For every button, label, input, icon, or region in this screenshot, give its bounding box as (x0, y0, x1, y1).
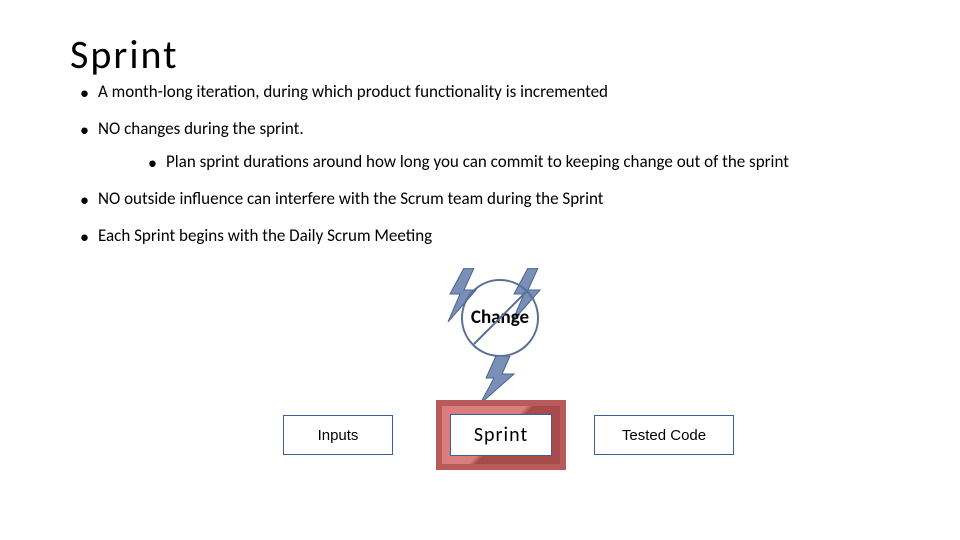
bullet-list: A month-long iteration, during which pro… (60, 81, 900, 248)
inputs-label: Inputs (318, 427, 359, 444)
bullet-text: NO changes during the sprint. (98, 118, 304, 139)
bullet-item: NO outside influence can interfere with … (80, 188, 900, 211)
sub-bullet-item: Plan sprint durations around how long yo… (148, 151, 900, 174)
slide-title: Sprint (70, 30, 900, 79)
bullet-item: Each Sprint begins with the Daily Scrum … (80, 225, 900, 248)
diagram: Change Inputs Sprint (0, 260, 960, 520)
bullet-item: NO changes during the sprint. Plan sprin… (80, 118, 900, 174)
tested-code-box: Tested Code (594, 415, 734, 455)
sprint-label: Sprint (474, 423, 528, 447)
sprint-box: Sprint (436, 400, 566, 470)
inputs-box: Inputs (283, 415, 393, 455)
bullet-item: A month-long iteration, during which pro… (80, 81, 900, 104)
prohibition-icon (458, 276, 542, 360)
tested-code-label: Tested Code (622, 427, 706, 444)
